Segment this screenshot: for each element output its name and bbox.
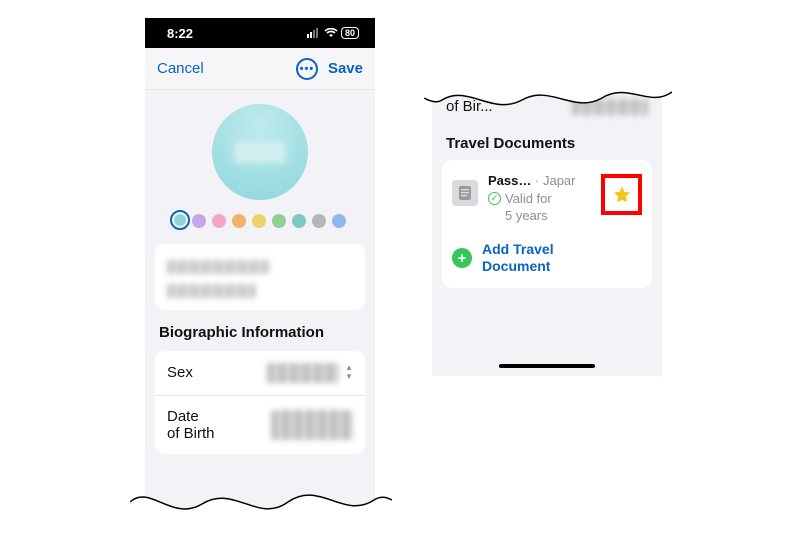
blurred-field	[167, 284, 256, 298]
biographic-card: Sex ▲▼ Dateof Birth	[155, 351, 365, 455]
color-swatch-blue[interactable]	[332, 214, 346, 228]
separator-dot: ·	[535, 173, 539, 188]
modal-toolbar: Cancel ••• Save	[145, 48, 375, 90]
section-title-biographic: Biographic Information	[159, 324, 361, 343]
row-value-blurred	[271, 410, 353, 440]
favorite-highlight-box	[601, 174, 642, 215]
status-indicators: 80	[307, 27, 359, 39]
row-sex[interactable]: Sex ▲▼	[155, 351, 365, 395]
color-swatch-orange[interactable]	[232, 214, 246, 228]
document-country: Japar	[543, 173, 576, 188]
row-dob[interactable]: Dateof Birth	[155, 395, 365, 455]
document-title: Pass…	[488, 173, 531, 188]
row-label-dob: Dateof Birth	[167, 408, 215, 443]
row-dob-partial: of Bir...	[432, 88, 662, 127]
color-swatch-grey[interactable]	[312, 214, 326, 228]
color-swatch-pink[interactable]	[212, 214, 226, 228]
section-title-travel-docs: Travel Documents	[446, 135, 648, 152]
avatar-container	[145, 104, 375, 200]
add-travel-document-button[interactable]: + Add TravelDocument	[450, 233, 644, 280]
travel-documents-card: Pass… · Japar ✓ Valid for5 years + Add T…	[442, 160, 652, 288]
phone-screen-left: 8:22 80 Cancel ••• Save Biographic Infor…	[145, 18, 375, 520]
avatar-circle[interactable]	[212, 104, 308, 200]
status-bar: 8:22 80	[145, 18, 375, 48]
save-button[interactable]: Save	[328, 60, 363, 77]
add-travel-document-label: Add TravelDocument	[482, 241, 554, 276]
color-swatch-yellow[interactable]	[252, 214, 266, 228]
document-text: Pass… · Japar ✓ Valid for5 years	[488, 172, 591, 225]
color-swatch-purple[interactable]	[192, 214, 206, 228]
more-button[interactable]: •••	[296, 58, 318, 80]
color-swatch-teal2[interactable]	[292, 214, 306, 228]
row-label-partial: of Bir...	[446, 98, 493, 115]
row-value-blurred	[572, 99, 648, 115]
stepper-icon[interactable]: ▲▼	[345, 364, 353, 381]
color-swatch-green[interactable]	[272, 214, 286, 228]
name-card	[155, 244, 365, 310]
blurred-field	[167, 260, 269, 274]
checkmark-icon: ✓	[488, 192, 501, 205]
color-swatch-teal[interactable]	[174, 214, 186, 226]
plus-icon: +	[452, 248, 472, 268]
battery-icon: 80	[341, 27, 359, 39]
phone-screen-right: of Bir... Travel Documents Pass… · Japar…	[432, 88, 662, 376]
status-time: 8:22	[167, 26, 193, 41]
avatar-initials-blurred	[236, 143, 284, 161]
cellular-icon	[307, 28, 321, 38]
color-swatch-row	[145, 214, 375, 228]
document-validity: Valid for5 years	[505, 190, 552, 225]
home-indicator	[499, 364, 595, 368]
star-icon[interactable]	[612, 185, 632, 205]
document-icon	[452, 180, 478, 206]
row-value-blurred	[267, 363, 339, 383]
row-label-sex: Sex	[167, 364, 193, 381]
cancel-button[interactable]: Cancel	[157, 60, 204, 77]
wifi-icon	[324, 28, 338, 38]
travel-document-row[interactable]: Pass… · Japar ✓ Valid for5 years	[450, 168, 644, 229]
